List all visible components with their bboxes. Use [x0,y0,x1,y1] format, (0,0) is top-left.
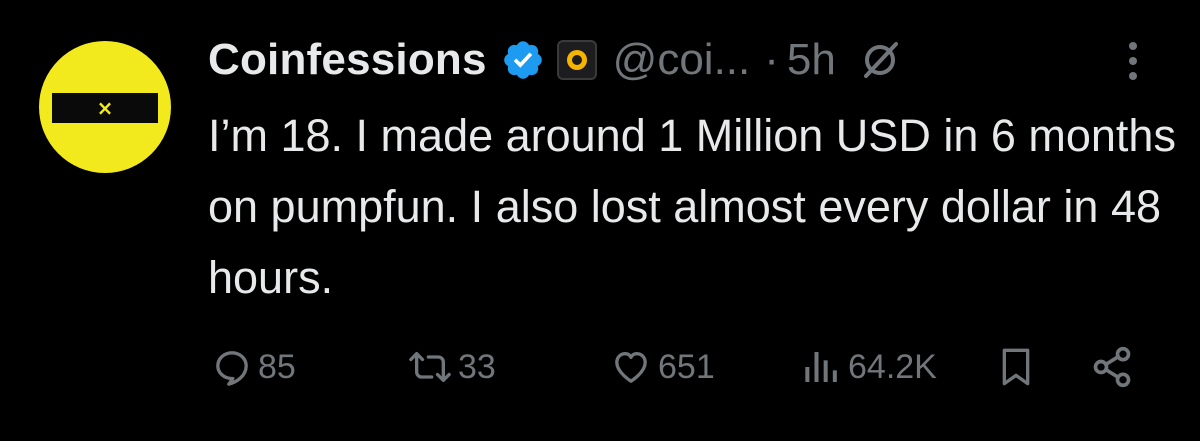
action-bar: 85 33 651 64.2K [0,337,1200,397]
more-icon[interactable] [1118,38,1148,84]
like-button[interactable]: 651 [610,337,715,397]
tweet-text: I’m 18. I made around 1 Million USD in 6… [208,110,1176,303]
grok-icon[interactable] [858,38,902,82]
reply-button[interactable]: 85 [212,337,296,397]
reply-count: 85 [258,347,296,386]
user-handle[interactable]: @coi... [613,35,751,85]
repost-icon [409,352,451,382]
timestamp[interactable]: 5h [787,35,836,85]
views-icon [805,352,837,382]
share-button[interactable] [1090,337,1134,397]
affiliate-logo [566,50,587,70]
bookmark-icon [1002,348,1030,386]
avatar-bar: × [52,93,158,123]
avatar[interactable]: × [39,41,171,173]
verified-badge-icon[interactable] [501,38,545,82]
reply-icon [216,351,248,386]
repost-button[interactable]: 33 [408,337,496,397]
share-icon [1093,346,1131,388]
like-icon [615,352,647,383]
views-button[interactable]: 64.2K [802,337,937,397]
separator: · [764,35,779,84]
affiliate-badge-icon[interactable] [556,40,597,80]
repost-count: 33 [458,347,496,386]
avatar-mark: × [96,96,114,120]
bookmark-button[interactable] [996,337,1036,397]
tweet-header: Coinfessions @coi... · 5h [208,30,902,90]
views-count: 64.2K [848,347,937,386]
like-count: 651 [658,347,715,386]
tweet[interactable]: × Coinfessions @coi... · 5h I’m 18. I ma… [0,0,1200,441]
display-name[interactable]: Coinfessions [208,35,487,85]
